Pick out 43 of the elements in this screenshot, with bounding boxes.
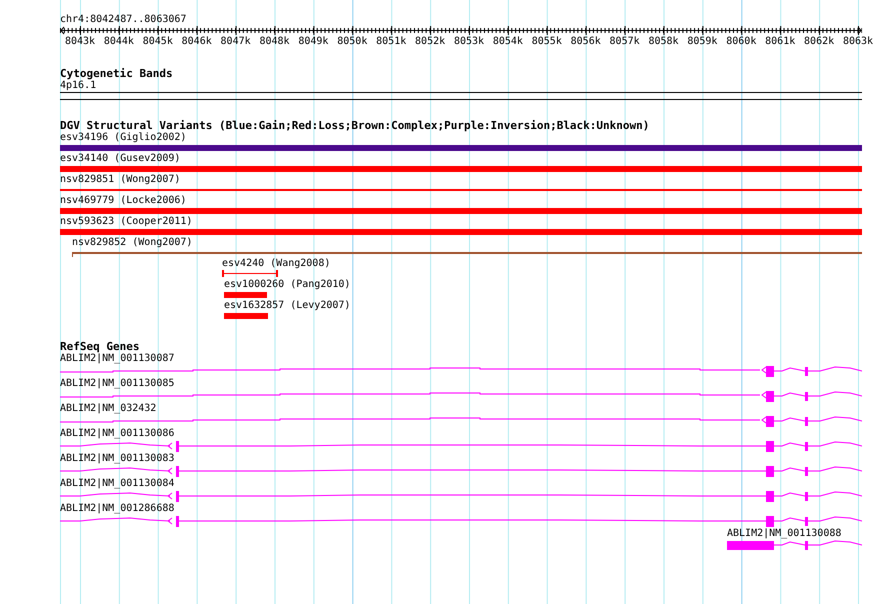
tick-label: 8063k bbox=[842, 36, 874, 48]
variant-label: nsv593623 (Cooper2011) bbox=[60, 216, 192, 228]
tick-label: 8059k bbox=[687, 36, 718, 48]
variant-label: esv34196 (Giglio2002) bbox=[60, 132, 186, 144]
gene-label: ABLIM2|NM_001130084 bbox=[60, 478, 174, 490]
variant-label: esv4240 (Wang2008) bbox=[222, 258, 330, 270]
tick-label: 8045k bbox=[142, 36, 173, 48]
track-title: RefSeq Genes bbox=[60, 341, 140, 353]
gene-label: ABLIM2|NM_001130087 bbox=[60, 353, 174, 365]
variant-label: esv34140 (Gusev2009) bbox=[60, 153, 180, 165]
tick-label: 8057k bbox=[610, 36, 640, 48]
tick-label: 8051k bbox=[376, 36, 406, 48]
variant-label: nsv829852 (Wong2007) bbox=[72, 237, 192, 249]
gene-label: ABLIM2|NM_001130086 bbox=[60, 428, 174, 440]
variant-label: nsv829851 (Wong2007) bbox=[60, 174, 180, 186]
tick-label: 8048k bbox=[259, 36, 290, 48]
variant-label: esv1000260 (Pang2010) bbox=[224, 279, 350, 291]
variant-label: esv1632857 (Levy2007) bbox=[224, 300, 350, 312]
track-title: DGV Structural Variants (Blue:Gain;Red:Loss;Brown:Complex;Purple:Inversion;Black:Unknown) bbox=[60, 120, 650, 132]
tick-label: 8047k bbox=[220, 36, 251, 48]
tick-label: 8053k bbox=[454, 36, 484, 48]
tick-label: 8062k bbox=[804, 36, 834, 48]
tick-label: 8049k bbox=[298, 36, 328, 48]
tick-label: 8061k bbox=[765, 36, 796, 48]
gene-label: ABLIM2|NM_001130083 bbox=[60, 453, 174, 465]
tick-label: 8050k bbox=[337, 36, 368, 48]
gene-label: ABLIM2|NM_032432 bbox=[60, 403, 156, 415]
tick-label: 8052k bbox=[415, 36, 446, 48]
tick-label: 8043k bbox=[64, 36, 96, 48]
gene-label: ABLIM2|NM_001286688 bbox=[60, 503, 174, 515]
tick-label: 8058k bbox=[648, 36, 679, 48]
band-label: 4p16.1 bbox=[60, 80, 96, 92]
region-label: chr4:8042487..8063067 bbox=[60, 14, 186, 26]
tick-label: 8044k bbox=[104, 36, 134, 48]
gene-label: ABLIM2|NM_001130088 bbox=[727, 528, 842, 540]
tick-label: 8060k bbox=[726, 36, 756, 48]
variant-label: nsv469779 (Locke2006) bbox=[60, 195, 186, 207]
tick-label: 8056k bbox=[570, 36, 601, 48]
tick-label: 8054k bbox=[492, 36, 523, 48]
track-title: Cytogenetic Bands bbox=[60, 68, 173, 80]
tick-label: 8046k bbox=[182, 36, 212, 48]
gene-label: ABLIM2|NM_001130085 bbox=[60, 378, 174, 390]
tick-label: 8055k bbox=[532, 36, 562, 48]
